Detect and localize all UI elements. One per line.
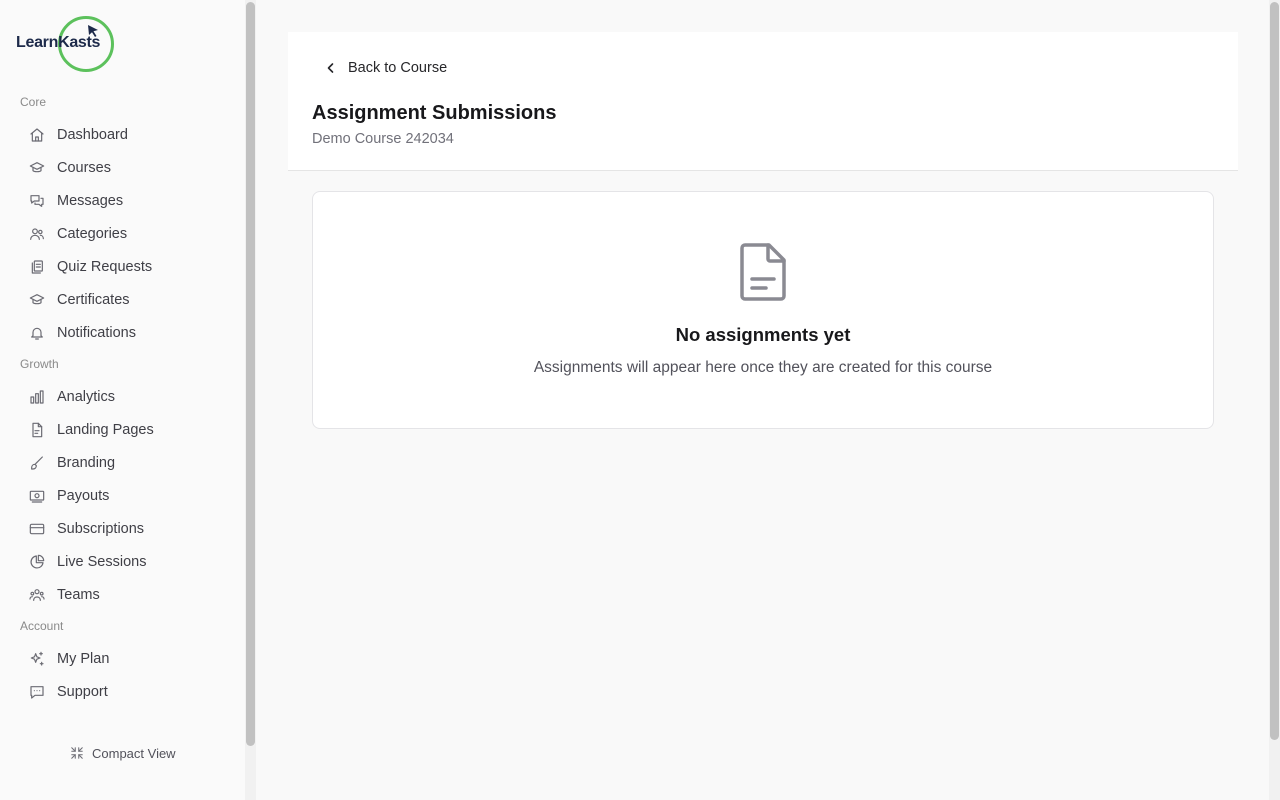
sidebar-item-label: Analytics [57,389,116,405]
empty-state-description: Assignments will appear here once they a… [533,359,993,376]
bar-chart-icon [28,388,46,406]
sidebar-item-branding[interactable]: Branding [28,449,228,477]
sidebar-item-label: Teams [57,587,100,603]
sidebar-panel: LearnKasts Core Dashboard Courses Messag… [0,0,245,800]
team-icon [28,586,46,604]
empty-state-card: No assignments yet Assignments will appe… [312,191,1214,429]
sidebar-item-label: Categories [57,226,128,242]
sidebar-item-label: Dashboard [57,127,128,143]
sidebar-item-dashboard[interactable]: Dashboard [28,121,228,149]
sidebar-item-support[interactable]: Support [28,678,228,706]
home-icon [28,126,46,144]
clipboard-copy-icon [28,258,46,276]
sidebar-item-categories[interactable]: Categories [28,220,228,248]
empty-state-title: No assignments yet [675,324,851,345]
page-title: Assignment Submissions [312,102,557,124]
sidebar-item-label: Messages [57,193,124,209]
page-scrollbar[interactable] [1269,0,1280,800]
compact-view-button[interactable]: Compact View [70,744,176,762]
sidebar-item-landing-pages[interactable]: Landing Pages [28,416,228,444]
bell-icon [28,324,46,342]
page-subtitle: Demo Course 242034 [312,131,454,147]
sidebar-item-my-plan[interactable]: My Plan [28,645,228,673]
messages-icon [28,192,46,210]
page-scrollbar-thumb[interactable] [1270,2,1279,740]
back-to-course-label: Back to Course [348,60,448,76]
file-text-icon [28,421,46,439]
sidebar: LearnKasts Core Dashboard Courses Messag… [0,0,256,800]
sidebar-item-certificates[interactable]: Certificates [28,286,228,314]
graduation-cap-icon [28,159,46,177]
sidebar-item-label: Landing Pages [57,422,154,438]
sidebar-item-label: My Plan [57,651,110,667]
section-label-growth: Growth [20,357,59,371]
section-label-core: Core [20,95,47,109]
section-label-account: Account [20,619,64,633]
back-to-course-link[interactable]: Back to Course [326,58,447,78]
sidebar-item-courses[interactable]: Courses [28,154,228,182]
sidebar-item-label: Notifications [57,325,136,341]
brand-logo[interactable]: LearnKasts [14,14,124,74]
sidebar-item-label: Payouts [57,488,110,504]
brush-icon [28,454,46,472]
sidebar-item-label: Subscriptions [57,521,145,537]
sidebar-item-live-sessions[interactable]: Live Sessions [28,548,228,576]
sidebar-item-messages[interactable]: Messages [28,187,228,215]
minimize-icon [71,747,83,759]
sidebar-item-label: Branding [57,455,116,471]
sidebar-item-subscriptions[interactable]: Subscriptions [28,515,228,543]
users-icon [28,225,46,243]
sidebar-item-payouts[interactable]: Payouts [28,482,228,510]
sidebar-item-notifications[interactable]: Notifications [28,319,228,347]
file-icon [740,243,786,301]
message-square-icon [28,683,46,701]
graduation-cap-icon [28,291,46,309]
credit-card-icon [28,520,46,538]
sparkles-icon [28,650,46,668]
compact-view-label: Compact View [92,745,176,761]
sidebar-item-analytics[interactable]: Analytics [28,383,228,411]
pie-chart-icon [28,553,46,571]
sidebar-item-label: Certificates [57,292,130,308]
sidebar-scrollbar-thumb[interactable] [246,2,255,746]
chevron-left-icon [327,63,334,73]
sidebar-item-label: Live Sessions [57,554,147,570]
sidebar-item-teams[interactable]: Teams [28,581,228,609]
sidebar-item-quiz-requests[interactable]: Quiz Requests [28,253,228,281]
sidebar-item-label: Quiz Requests [57,259,153,275]
page-header: Back to Course Assignment Submissions De… [288,32,1238,171]
sidebar-item-label: Courses [57,160,111,176]
sidebar-item-label: Support [57,684,108,700]
banknote-icon [28,487,46,505]
sidebar-scrollbar[interactable] [245,0,256,800]
cursor-icon [88,25,98,37]
